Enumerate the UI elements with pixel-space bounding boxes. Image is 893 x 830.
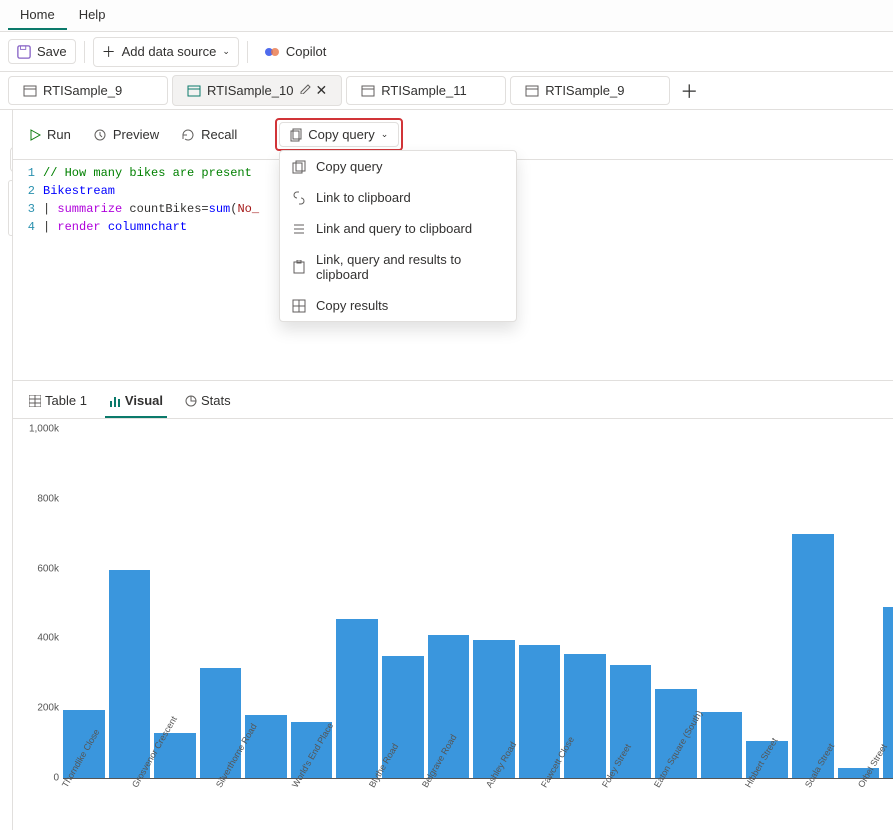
copy-icon — [292, 160, 306, 174]
add-tab-button[interactable]: ＋ — [674, 78, 704, 104]
y-tick-label: 1,000k — [23, 424, 59, 435]
copy-icon — [290, 128, 302, 142]
menu-link-query-results-clipboard[interactable]: Link, query and results to clipboard — [280, 244, 516, 290]
run-label: Run — [47, 127, 71, 142]
menu-copy-query[interactable]: Copy query — [280, 151, 516, 182]
queryset-icon — [187, 84, 201, 98]
recall-icon — [181, 129, 195, 141]
copilot-button[interactable]: Copilot — [256, 40, 334, 64]
add-datasource-button[interactable]: ＋ Add data source ⌄ — [93, 37, 239, 67]
copy-query-button[interactable]: Copy query ⌄ — [279, 122, 399, 147]
tab-home[interactable]: Home — [8, 1, 67, 30]
preview-button[interactable]: Preview — [87, 123, 165, 146]
run-button[interactable]: Run — [23, 123, 77, 146]
y-tick-label: 800k — [23, 493, 59, 504]
bar-chart: 0200k400k600k800k1,000k Thorndike CloseG… — [13, 419, 893, 830]
doc-tab[interactable]: RTISample_9 — [510, 76, 670, 105]
preview-icon — [93, 129, 107, 141]
chevron-down-icon: ⌄ — [222, 46, 230, 57]
copy-query-label: Copy query — [308, 127, 374, 142]
save-label: Save — [37, 44, 67, 59]
stats-icon — [185, 395, 197, 407]
y-tick-label: 200k — [23, 703, 59, 714]
tab-stats[interactable]: Stats — [181, 389, 235, 418]
grid-icon — [292, 299, 306, 313]
play-icon — [29, 129, 41, 141]
queryset-icon — [525, 84, 539, 98]
save-button[interactable]: Save — [8, 39, 76, 64]
link-icon — [292, 191, 306, 205]
menu-link-clipboard[interactable]: Link to clipboard — [280, 182, 516, 213]
plus-icon: ＋ — [102, 42, 116, 62]
list-icon — [292, 222, 306, 236]
tab-visual[interactable]: Visual — [105, 389, 167, 418]
doc-tab[interactable]: RTISample_11 — [346, 76, 506, 105]
menu-link-query-clipboard[interactable]: Link and query to clipboard — [280, 213, 516, 244]
y-tick-label: 600k — [23, 563, 59, 574]
y-tick-label: 400k — [23, 633, 59, 644]
y-tick-label: 0 — [23, 773, 59, 784]
menu-copy-results[interactable]: Copy results — [280, 290, 516, 321]
doc-tab[interactable]: RTISample_10✕ — [172, 75, 342, 106]
doc-tab[interactable]: RTISample_9 — [8, 76, 168, 105]
copy-query-dropdown: Copy query Link to clipboard Link and qu… — [279, 150, 517, 322]
queryset-icon — [23, 84, 37, 98]
chevron-down-icon: ⌄ — [381, 129, 389, 140]
copilot-label: Copilot — [286, 44, 326, 59]
recall-label: Recall — [201, 127, 237, 142]
copilot-icon — [264, 44, 280, 60]
recall-button[interactable]: Recall — [175, 123, 243, 146]
close-icon[interactable]: ✕ — [315, 82, 327, 99]
add-datasource-label: Add data source — [122, 44, 217, 59]
queryset-icon — [361, 84, 375, 98]
table-icon — [29, 395, 41, 407]
preview-label: Preview — [113, 127, 159, 142]
tab-help[interactable]: Help — [67, 1, 118, 30]
clipboard-icon — [292, 260, 306, 274]
tab-table[interactable]: Table 1 — [25, 389, 91, 418]
chart-icon — [109, 395, 121, 407]
save-icon — [17, 45, 31, 59]
edit-icon[interactable] — [299, 82, 311, 94]
